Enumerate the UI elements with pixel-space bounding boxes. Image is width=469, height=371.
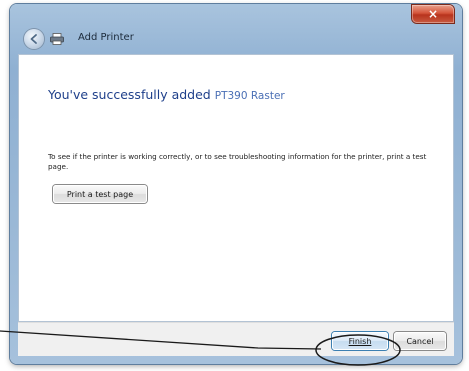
screenshot-stage: × Add Printer You've successfully added P… — [0, 0, 469, 371]
cancel-button-label: Cancel — [406, 336, 434, 346]
back-button[interactable] — [24, 29, 44, 49]
print-test-page-label: Print a test page — [66, 189, 134, 199]
close-button[interactable]: × — [412, 5, 454, 23]
finish-button-label: Finish — [348, 336, 372, 346]
success-heading-text: You've successfully added — [48, 87, 211, 102]
success-heading: You've successfully added PT390 Raster — [48, 84, 285, 103]
dialog-title: Add Printer — [78, 32, 134, 43]
add-printer-dialog: × Add Printer You've successfully added P… — [10, 4, 462, 364]
button-footer: Finish Cancel — [18, 322, 454, 356]
cancel-button[interactable]: Cancel — [394, 332, 446, 350]
title-bar: Add Printer — [10, 26, 462, 52]
content-panel: You've successfully added PT390 Raster To… — [18, 54, 454, 322]
finish-button[interactable]: Finish — [332, 332, 388, 350]
instructions-text: To see if the printer is working correct… — [48, 152, 427, 171]
print-test-page-button[interactable]: Print a test page — [53, 185, 147, 203]
printer-icon — [50, 33, 64, 45]
back-arrow-icon — [30, 34, 37, 44]
printer-name: PT390 Raster — [214, 90, 285, 102]
close-icon: × — [427, 7, 439, 21]
